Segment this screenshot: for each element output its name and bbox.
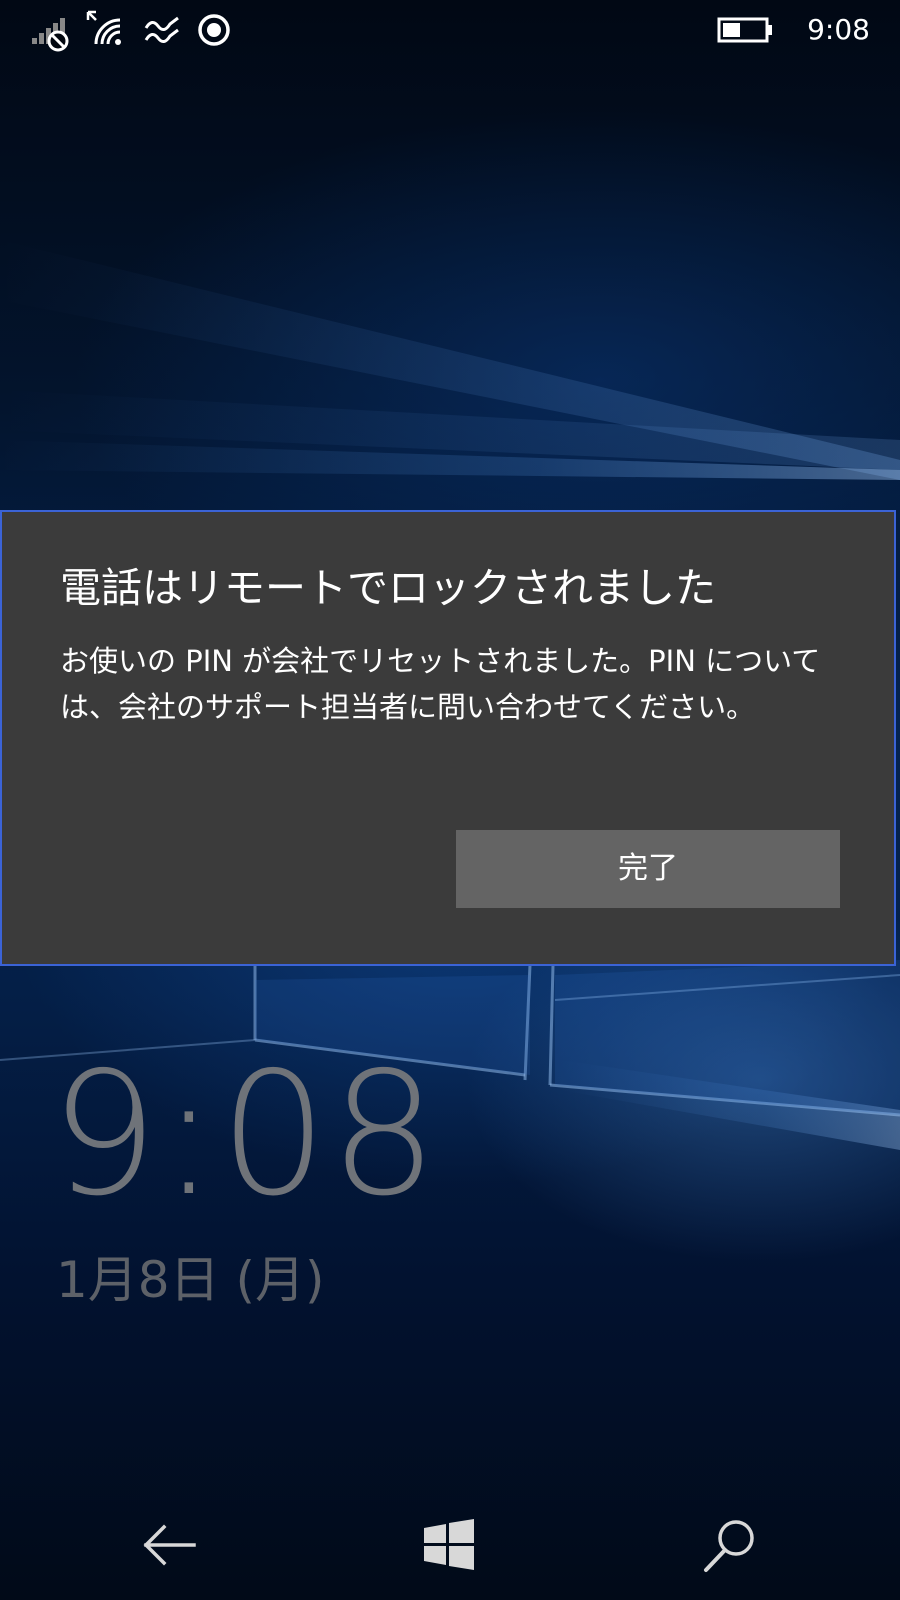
search-icon[interactable]	[696, 1510, 766, 1580]
windows-start-icon[interactable]	[414, 1510, 484, 1580]
lock-screen: 9:08 電話はリモートでロックされました お使いの PIN が会社でリセットさ…	[0, 0, 900, 1600]
lock-screen-time: 9:08	[50, 1036, 440, 1234]
location-icon	[198, 14, 230, 46]
done-button[interactable]: 完了	[456, 830, 840, 908]
vibrate-icon	[144, 16, 179, 43]
wifi-icon	[86, 10, 121, 45]
dialog-title: 電話はリモートでロックされました	[60, 564, 716, 612]
signal-no-sim-icon	[32, 18, 69, 52]
lock-screen-date: 1月8日 (月)	[56, 1251, 325, 1309]
status-time: 9:08	[807, 13, 870, 46]
dialog-message: お使いの PIN が会社でリセットされました。PIN については、会社のサポート…	[60, 644, 821, 724]
back-arrow-icon[interactable]	[134, 1510, 204, 1580]
status-bar: 9:08	[0, 0, 900, 60]
battery-icon	[717, 17, 772, 43]
remote-lock-dialog: 電話はリモートでロックされました お使いの PIN が会社でリセットされました。…	[0, 510, 896, 966]
navigation-bar	[0, 1490, 900, 1600]
